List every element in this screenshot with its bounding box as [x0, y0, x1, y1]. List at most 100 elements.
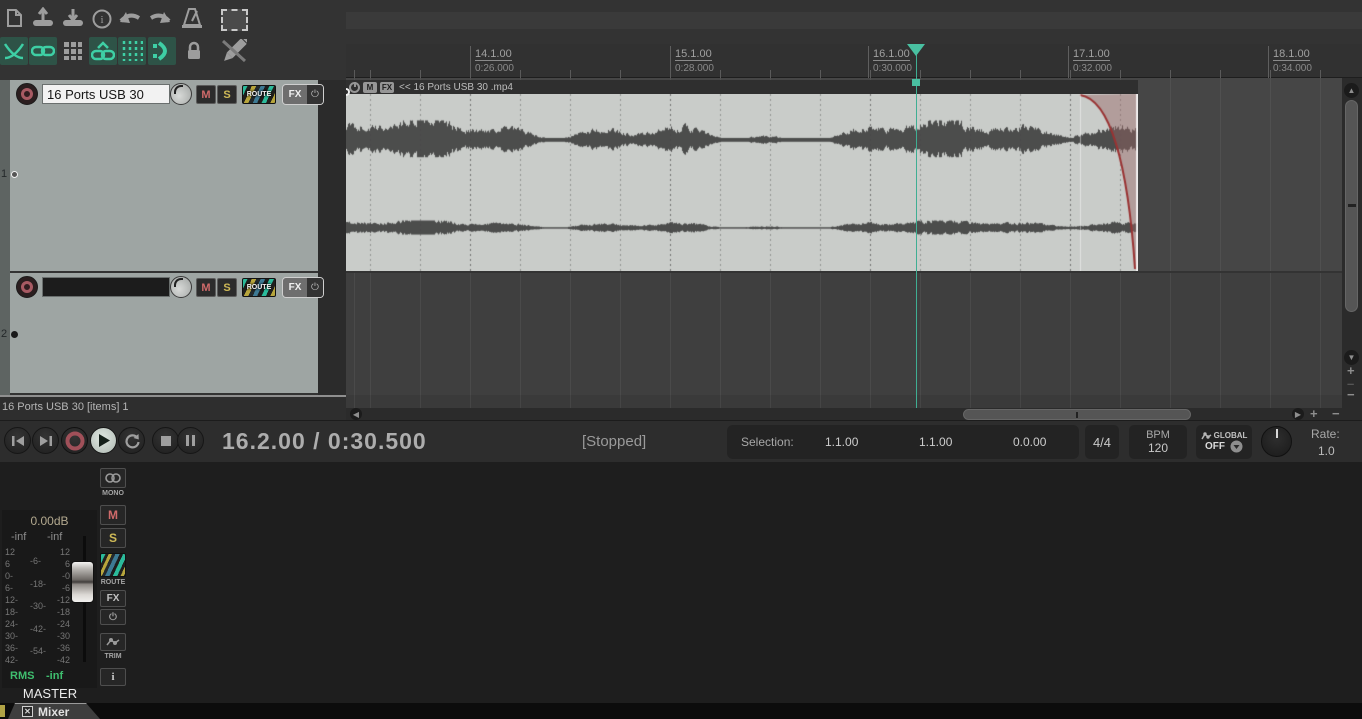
- edit-cursor-triangle[interactable]: [907, 44, 925, 56]
- track2-pan-knob[interactable]: [170, 276, 192, 298]
- track2-number: 2: [1, 328, 8, 340]
- scroll-up-button[interactable]: ▲: [1344, 83, 1359, 98]
- media-item-header[interactable]: M FX << 16 Ports USB 30 .mp4: [346, 80, 1138, 94]
- master-fader-handle[interactable]: [71, 561, 94, 603]
- snap-to-grid-button[interactable]: [118, 37, 146, 65]
- docker-tab-bar: ✕ Mixer: [0, 703, 1362, 719]
- loop-button[interactable]: [118, 427, 145, 454]
- go-to-start-button[interactable]: [4, 427, 31, 454]
- item-mute-button[interactable]: M: [363, 81, 377, 93]
- item-volume-knob[interactable]: [349, 81, 360, 93]
- track2-route-button[interactable]: ROUTE: [242, 278, 276, 297]
- master-mono-label: MONO: [102, 490, 124, 497]
- grid-dots-button[interactable]: [59, 37, 87, 65]
- main-toolbar: i: [0, 0, 346, 80]
- record-button[interactable]: [61, 427, 88, 454]
- master-fx-button[interactable]: FX: [100, 590, 126, 607]
- lock-button[interactable]: [180, 37, 208, 65]
- master-mono-button[interactable]: [100, 468, 126, 488]
- play-button[interactable]: [90, 427, 117, 454]
- master-scale-left: 12 6 0- 6- 12- 18- 24- 30- 36- 42-: [5, 547, 19, 665]
- vertical-zoom-in-button[interactable]: +: [1347, 364, 1355, 377]
- no-draw-pencil-icon[interactable]: [220, 37, 248, 65]
- media-item-waveform[interactable]: [346, 94, 1138, 271]
- master-mute-button[interactable]: M: [100, 505, 126, 525]
- time-signature-box[interactable]: 4/4: [1085, 425, 1119, 459]
- new-project-icon[interactable]: [7, 9, 22, 27]
- save-project-icon[interactable]: [61, 7, 85, 29]
- stop-button[interactable]: [152, 427, 179, 454]
- master-fx-bypass-button[interactable]: ⏻: [100, 609, 126, 625]
- auto-crossfade-button[interactable]: [0, 37, 28, 65]
- track1-fx-group[interactable]: FX ⏻: [282, 84, 324, 105]
- project-info-icon[interactable]: i: [92, 9, 112, 29]
- track1-fx-bypass-icon[interactable]: ⏻: [307, 85, 323, 104]
- track1-route-button[interactable]: ROUTE: [242, 85, 276, 104]
- dropdown-arrow-icon[interactable]: [1230, 440, 1243, 453]
- master-info-button[interactable]: i: [100, 668, 126, 686]
- media-item[interactable]: M FX << 16 Ports USB 30 .mp4: [342, 80, 1138, 271]
- track2-solo-button[interactable]: S: [217, 278, 237, 297]
- rate-value[interactable]: 1.0: [1318, 444, 1335, 458]
- tab-mixer[interactable]: ✕ Mixer: [8, 703, 100, 719]
- master-volume-db[interactable]: 0.00dB: [2, 514, 97, 528]
- track-panel-1[interactable]: 16 Ports USB 30 M S ROUTE FX ⏻: [10, 80, 324, 271]
- transport-position-display[interactable]: 16.2.00 / 0:30.500: [222, 428, 427, 455]
- selection-status-bar: 16 Ports USB 30 [items] 1: [0, 395, 346, 420]
- open-project-icon[interactable]: [31, 7, 55, 29]
- global-automation-box[interactable]: GLOBAL OFF: [1196, 425, 1252, 459]
- track1-fx-button[interactable]: FX: [283, 85, 307, 104]
- horizontal-scrollbar[interactable]: ◀ ▶ + −: [346, 407, 1362, 420]
- ripple-edit-button[interactable]: [148, 37, 176, 65]
- track1-pan-knob[interactable]: [170, 83, 192, 105]
- go-to-end-button[interactable]: [32, 427, 59, 454]
- arrange-empty-area[interactable]: [346, 395, 1362, 408]
- track-panel-2[interactable]: M S ROUTE FX ⏻: [10, 273, 324, 393]
- horizontal-zoom-out-button[interactable]: −: [1332, 407, 1340, 420]
- marquee-zoom-icon[interactable]: [221, 9, 248, 31]
- vertical-zoom-out-button[interactable]: −: [1347, 388, 1355, 401]
- track2-mute-button[interactable]: M: [196, 278, 216, 297]
- item-fx-button[interactable]: FX: [380, 81, 394, 93]
- track1-mute-button[interactable]: M: [196, 85, 216, 104]
- master-name-label[interactable]: MASTER: [0, 686, 100, 701]
- track1-name-field[interactable]: 16 Ports USB 30: [42, 84, 170, 104]
- vertical-scrollbar[interactable]: ▲ ▼ + – −: [1342, 78, 1362, 408]
- master-solo-button[interactable]: S: [100, 528, 126, 548]
- selection-panel[interactable]: Selection: 1.1.00 1.1.00 0.0.00: [727, 425, 1079, 459]
- arrange-lane-track2[interactable]: [346, 273, 1362, 395]
- scroll-right-button[interactable]: ▶: [1292, 408, 1304, 420]
- master-trim-button[interactable]: [100, 633, 126, 651]
- close-icon[interactable]: ✕: [22, 706, 33, 717]
- bpm-box[interactable]: BPM 120: [1129, 425, 1187, 459]
- vertical-scroll-thumb[interactable]: [1345, 100, 1358, 312]
- tcp-left-rail: [0, 80, 10, 395]
- pause-button[interactable]: [177, 427, 204, 454]
- selection-start-value[interactable]: 1.1.00: [825, 435, 858, 449]
- redo-icon[interactable]: [147, 8, 173, 28]
- bpm-value[interactable]: 120: [1148, 441, 1168, 455]
- master-route-button[interactable]: [100, 553, 126, 577]
- global-automation-value[interactable]: OFF: [1205, 441, 1225, 452]
- docker-indicator: [0, 705, 5, 717]
- master-trim-label: TRIM: [104, 653, 122, 660]
- horizontal-zoom-in-button[interactable]: +: [1310, 407, 1318, 420]
- track2-fx-bypass-icon[interactable]: ⏻: [307, 278, 323, 297]
- edit-cursor[interactable]: [916, 44, 917, 408]
- envelope-link-button[interactable]: [89, 37, 117, 65]
- selection-label: Selection:: [741, 435, 794, 449]
- selection-length-value[interactable]: 0.0.00: [1013, 435, 1046, 449]
- playrate-knob[interactable]: [1261, 426, 1292, 457]
- undo-icon[interactable]: [117, 8, 143, 28]
- scroll-left-button[interactable]: ◀: [350, 408, 362, 420]
- track2-fx-button[interactable]: FX: [283, 278, 307, 297]
- track2-name-field[interactable]: [42, 277, 170, 297]
- item-grouping-button[interactable]: [29, 37, 57, 65]
- track2-fx-group[interactable]: FX ⏻: [282, 277, 324, 298]
- metronome-icon[interactable]: [180, 7, 204, 29]
- horizontal-scroll-thumb[interactable]: [963, 409, 1191, 420]
- track1-solo-button[interactable]: S: [217, 85, 237, 104]
- selection-end-value[interactable]: 1.1.00: [919, 435, 952, 449]
- track2-record-arm-button[interactable]: [16, 276, 38, 298]
- track1-record-arm-button[interactable]: [16, 83, 38, 105]
